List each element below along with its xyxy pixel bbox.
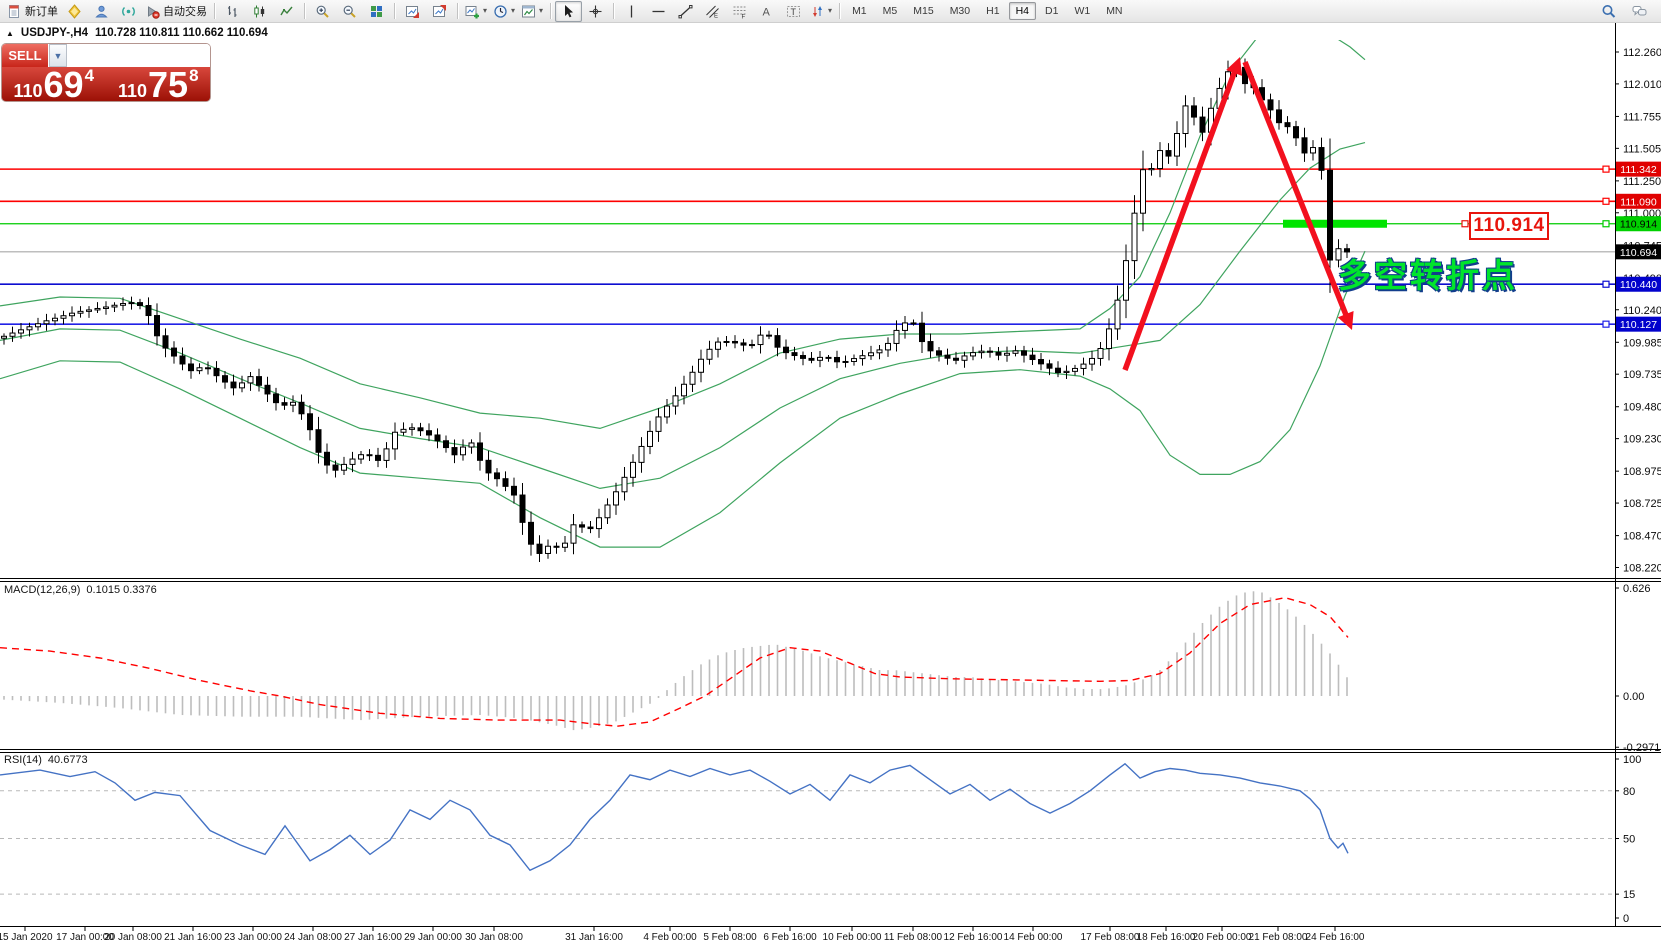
svg-text:111.250: 111.250	[1623, 176, 1661, 188]
svg-text:0.626: 0.626	[1623, 583, 1651, 595]
svg-text:109.480: 109.480	[1623, 402, 1661, 414]
svg-text:110.914: 110.914	[1620, 219, 1657, 231]
svg-text:109.985: 109.985	[1623, 337, 1661, 349]
svg-text:5 Feb 08:00: 5 Feb 08:00	[703, 932, 757, 943]
svg-text:18 Feb 16:00: 18 Feb 16:00	[1137, 932, 1196, 943]
svg-text:4 Feb 00:00: 4 Feb 00:00	[643, 932, 697, 943]
annotation-text[interactable]: 多空转折点	[1338, 249, 1518, 297]
rsi-label: RSI(14)40.6773	[4, 754, 88, 766]
svg-text:-0.2971: -0.2971	[1623, 742, 1660, 754]
svg-text:112.260: 112.260	[1623, 47, 1661, 59]
svg-text:108.725: 108.725	[1623, 498, 1661, 510]
svg-text:15 Jan 2020: 15 Jan 2020	[0, 932, 53, 943]
svg-text:30 Jan 08:00: 30 Jan 08:00	[465, 932, 523, 943]
price-annotation-box[interactable]: 110.914	[1469, 212, 1549, 240]
svg-text:24 Feb 16:00: 24 Feb 16:00	[1306, 932, 1365, 943]
buy-price[interactable]: 110758	[107, 67, 211, 101]
svg-text:12 Feb 16:00: 12 Feb 16:00	[944, 932, 1003, 943]
symbol-info: ▲ USDJPY-,H4 110.728 110.811 110.662 110…	[6, 27, 268, 39]
svg-text:0: 0	[1623, 913, 1629, 925]
svg-text:31 Jan 16:00: 31 Jan 16:00	[565, 932, 623, 943]
svg-text:111.342: 111.342	[1620, 164, 1657, 176]
sell-button[interactable]: SELL	[2, 44, 48, 67]
svg-text:111.090: 111.090	[1620, 196, 1657, 208]
svg-text:27 Jan 16:00: 27 Jan 16:00	[344, 932, 402, 943]
svg-text:29 Jan 00:00: 29 Jan 00:00	[404, 932, 462, 943]
svg-text:108.220: 108.220	[1623, 563, 1661, 575]
svg-text:108.470: 108.470	[1623, 531, 1661, 543]
volume-input[interactable]	[67, 44, 210, 67]
svg-text:14 Feb 00:00: 14 Feb 00:00	[1004, 932, 1063, 943]
svg-text:80: 80	[1623, 786, 1635, 798]
macd-label: MACD(12,26,9)0.1015 0.3376	[4, 584, 157, 596]
svg-text:21 Jan 16:00: 21 Jan 16:00	[164, 932, 222, 943]
mt4-window: 新订单自动交易▾▾▾EFAT▾M1M5M15M30H1H4D1W1MN 112.…	[0, 0, 1661, 943]
svg-text:110.694: 110.694	[1620, 247, 1657, 259]
svg-text:11 Feb 08:00: 11 Feb 08:00	[884, 932, 943, 943]
svg-text:0.00: 0.00	[1623, 691, 1644, 703]
svg-text:100: 100	[1623, 754, 1641, 766]
svg-text:109.230: 109.230	[1623, 434, 1661, 446]
symbol-ohlc: 110.728 110.811 110.662 110.694	[95, 27, 268, 39]
svg-text:10 Feb 00:00: 10 Feb 00:00	[823, 932, 882, 943]
svg-text:112.010: 112.010	[1623, 79, 1661, 91]
collapse-panel-icon[interactable]: ▲	[6, 29, 14, 38]
svg-text:111.505: 111.505	[1623, 143, 1661, 155]
svg-text:110.127: 110.127	[1620, 319, 1657, 331]
svg-text:110.440: 110.440	[1620, 279, 1657, 291]
svg-text:20 Feb 00:00: 20 Feb 00:00	[1193, 932, 1252, 943]
svg-text:6 Feb 16:00: 6 Feb 16:00	[763, 932, 817, 943]
svg-text:109.735: 109.735	[1623, 369, 1661, 381]
svg-text:24 Jan 08:00: 24 Jan 08:00	[284, 932, 342, 943]
sell-price[interactable]: 110694	[2, 67, 106, 101]
svg-text:17 Feb 08:00: 17 Feb 08:00	[1081, 932, 1140, 943]
svg-text:108.975: 108.975	[1623, 466, 1661, 478]
symbol-name: USDJPY-,H4	[21, 27, 88, 39]
svg-text:111.755: 111.755	[1623, 111, 1661, 123]
svg-text:15: 15	[1623, 889, 1635, 901]
svg-text:23 Jan 00:00: 23 Jan 00:00	[224, 932, 282, 943]
svg-text:20 Jan 08:00: 20 Jan 08:00	[104, 932, 162, 943]
svg-text:21 Feb 08:00: 21 Feb 08:00	[1249, 932, 1308, 943]
chart-canvas[interactable]: 112.260 112.010 111.755 111.505 111.250 111.0…	[0, 0, 1661, 943]
one-click-trading-panel: SELL ▼ ▲ BUY 110694 110758	[2, 44, 210, 101]
svg-text:110.240: 110.240	[1623, 305, 1661, 317]
svg-text:50: 50	[1623, 834, 1635, 846]
